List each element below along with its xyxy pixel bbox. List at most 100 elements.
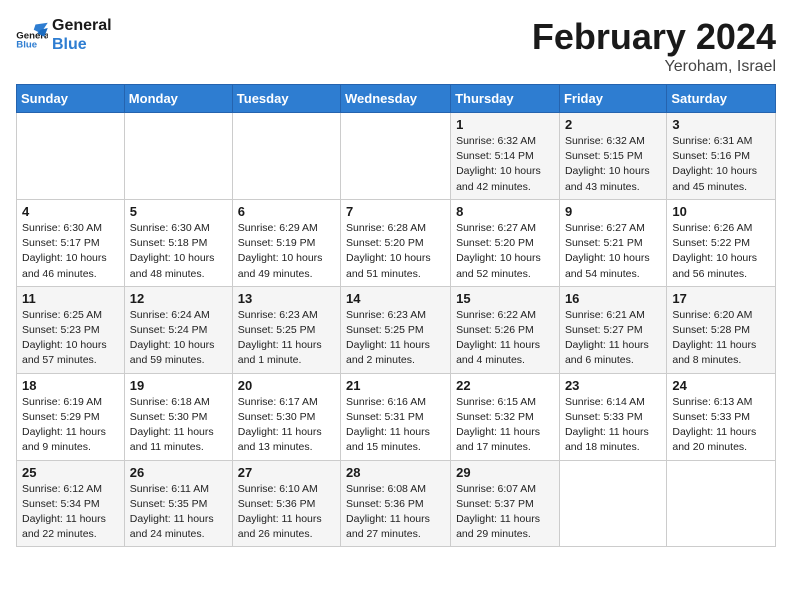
day-info: Sunrise: 6:27 AMSunset: 5:20 PMDaylight:… — [456, 221, 554, 282]
calendar-cell: 28 Sunrise: 6:08 AMSunset: 5:36 PMDayligh… — [341, 460, 451, 547]
calendar-cell — [667, 460, 776, 547]
calendar-cell: 23Sunrise: 6:14 AMSunset: 5:33 PMDayligh… — [559, 373, 666, 460]
weekday-header-wednesday: Wednesday — [341, 85, 451, 113]
calendar-cell: 27 Sunrise: 6:10 AMSunset: 5:36 PMDayligh… — [232, 460, 340, 547]
calendar-cell: 8 Sunrise: 6:27 AMSunset: 5:20 PMDaylight… — [451, 199, 560, 286]
calendar-week-5: 25 Sunrise: 6:12 AMSunset: 5:34 PMDayligh… — [17, 460, 776, 547]
day-number: 15 — [456, 291, 554, 306]
day-info: Sunrise: 6:11 AMSunset: 5:35 PMDaylight:… — [130, 482, 227, 543]
day-info: Sunrise: 6:15 AMSunset: 5:32 PMDaylight:… — [456, 395, 554, 456]
svg-text:Blue: Blue — [16, 39, 37, 49]
day-info: Sunrise: 6:24 AMSunset: 5:24 PMDaylight:… — [130, 308, 227, 369]
day-number: 2 — [565, 117, 661, 132]
day-info: Sunrise: 6:30 AMSunset: 5:17 PMDaylight:… — [22, 221, 119, 282]
day-number: 8 — [456, 204, 554, 219]
calendar-cell — [559, 460, 666, 547]
calendar-cell: 21 Sunrise: 6:16 AMSunset: 5:31 PMDayligh… — [341, 373, 451, 460]
day-number: 28 — [346, 465, 445, 480]
calendar-cell: 13 Sunrise: 6:23 AMSunset: 5:25 PMDayligh… — [232, 286, 340, 373]
day-info: Sunrise: 6:30 AMSunset: 5:18 PMDaylight:… — [130, 221, 227, 282]
day-info: Sunrise: 6:32 AMSunset: 5:15 PMDaylight:… — [565, 134, 661, 195]
calendar-cell: 25 Sunrise: 6:12 AMSunset: 5:34 PMDayligh… — [17, 460, 125, 547]
weekday-header-sunday: Sunday — [17, 85, 125, 113]
calendar-cell: 15 Sunrise: 6:22 AMSunset: 5:26 PMDayligh… — [451, 286, 560, 373]
title-section: February 2024 Yeroham, Israel — [532, 16, 776, 76]
day-number: 10 — [672, 204, 770, 219]
calendar-cell — [232, 113, 340, 200]
day-number: 21 — [346, 378, 445, 393]
day-info: Sunrise: 6:13 AMSunset: 5:33 PMDaylight:… — [672, 395, 770, 456]
calendar-cell: 4 Sunrise: 6:30 AMSunset: 5:17 PMDaylight… — [17, 199, 125, 286]
day-number: 26 — [130, 465, 227, 480]
day-number: 14 — [346, 291, 445, 306]
day-info: Sunrise: 6:25 AMSunset: 5:23 PMDaylight:… — [22, 308, 119, 369]
weekday-header-saturday: Saturday — [667, 85, 776, 113]
calendar-cell: 14 Sunrise: 6:23 AMSunset: 5:25 PMDayligh… — [341, 286, 451, 373]
day-number: 27 — [238, 465, 335, 480]
calendar-cell: 2 Sunrise: 6:32 AMSunset: 5:15 PMDaylight… — [559, 113, 666, 200]
day-number: 29 — [456, 465, 554, 480]
day-info: Sunrise: 6:14 AMSunset: 5:33 PMDaylight:… — [565, 395, 661, 456]
calendar-header-row: SundayMondayTuesdayWednesdayThursdayFrid… — [17, 85, 776, 113]
day-number: 22 — [456, 378, 554, 393]
calendar-week-3: 11 Sunrise: 6:25 AMSunset: 5:23 PMDayligh… — [17, 286, 776, 373]
day-number: 5 — [130, 204, 227, 219]
day-number: 12 — [130, 291, 227, 306]
calendar-cell: 6 Sunrise: 6:29 AMSunset: 5:19 PMDaylight… — [232, 199, 340, 286]
day-number: 1 — [456, 117, 554, 132]
day-info: Sunrise: 6:16 AMSunset: 5:31 PMDaylight:… — [346, 395, 445, 456]
day-number: 20 — [238, 378, 335, 393]
calendar-cell: 10 Sunrise: 6:26 AMSunset: 5:22 PMDayligh… — [667, 199, 776, 286]
day-number: 25 — [22, 465, 119, 480]
logo-icon: General Blue — [16, 21, 48, 49]
weekday-header-thursday: Thursday — [451, 85, 560, 113]
day-info: Sunrise: 6:31 AMSunset: 5:16 PMDaylight:… — [672, 134, 770, 195]
calendar-cell: 7 Sunrise: 6:28 AMSunset: 5:20 PMDaylight… — [341, 199, 451, 286]
calendar-cell: 18 Sunrise: 6:19 AMSunset: 5:29 PMDayligh… — [17, 373, 125, 460]
day-info: Sunrise: 6:12 AMSunset: 5:34 PMDaylight:… — [22, 482, 119, 543]
month-title: February 2024 — [532, 16, 776, 58]
day-number: 16 — [565, 291, 661, 306]
day-number: 7 — [346, 204, 445, 219]
location-subtitle: Yeroham, Israel — [532, 58, 776, 76]
calendar-week-2: 4 Sunrise: 6:30 AMSunset: 5:17 PMDaylight… — [17, 199, 776, 286]
day-info: Sunrise: 6:17 AMSunset: 5:30 PMDaylight:… — [238, 395, 335, 456]
day-info: Sunrise: 6:29 AMSunset: 5:19 PMDaylight:… — [238, 221, 335, 282]
day-number: 11 — [22, 291, 119, 306]
day-number: 4 — [22, 204, 119, 219]
calendar-cell: 22 Sunrise: 6:15 AMSunset: 5:32 PMDayligh… — [451, 373, 560, 460]
calendar-cell — [17, 113, 125, 200]
day-info: Sunrise: 6:28 AMSunset: 5:20 PMDaylight:… — [346, 221, 445, 282]
day-info: Sunrise: 6:21 AMSunset: 5:27 PMDaylight:… — [565, 308, 661, 369]
calendar-cell: 9Sunrise: 6:27 AMSunset: 5:21 PMDaylight… — [559, 199, 666, 286]
day-info: Sunrise: 6:08 AMSunset: 5:36 PMDaylight:… — [346, 482, 445, 543]
day-info: Sunrise: 6:19 AMSunset: 5:29 PMDaylight:… — [22, 395, 119, 456]
calendar-cell — [341, 113, 451, 200]
calendar-table: SundayMondayTuesdayWednesdayThursdayFrid… — [16, 84, 776, 547]
calendar-cell: 3Sunrise: 6:31 AMSunset: 5:16 PMDaylight… — [667, 113, 776, 200]
day-info: Sunrise: 6:23 AMSunset: 5:25 PMDaylight:… — [346, 308, 445, 369]
day-number: 9 — [565, 204, 661, 219]
day-number: 17 — [672, 291, 770, 306]
weekday-header-tuesday: Tuesday — [232, 85, 340, 113]
day-number: 13 — [238, 291, 335, 306]
calendar-week-1: 1Sunrise: 6:32 AMSunset: 5:14 PMDaylight… — [17, 113, 776, 200]
day-info: Sunrise: 6:22 AMSunset: 5:26 PMDaylight:… — [456, 308, 554, 369]
calendar-cell: 5 Sunrise: 6:30 AMSunset: 5:18 PMDaylight… — [124, 199, 232, 286]
weekday-header-friday: Friday — [559, 85, 666, 113]
calendar-cell: 16 Sunrise: 6:21 AMSunset: 5:27 PMDayligh… — [559, 286, 666, 373]
day-number: 6 — [238, 204, 335, 219]
page-header: General Blue General Blue February 2024 … — [16, 16, 776, 76]
day-info: Sunrise: 6:26 AMSunset: 5:22 PMDaylight:… — [672, 221, 770, 282]
calendar-week-4: 18 Sunrise: 6:19 AMSunset: 5:29 PMDayligh… — [17, 373, 776, 460]
day-number: 24 — [672, 378, 770, 393]
calendar-cell: 26 Sunrise: 6:11 AMSunset: 5:35 PMDayligh… — [124, 460, 232, 547]
logo-blue: Blue — [52, 35, 112, 54]
day-info: Sunrise: 6:07 AMSunset: 5:37 PMDaylight:… — [456, 482, 554, 543]
calendar-cell: 19Sunrise: 6:18 AMSunset: 5:30 PMDayligh… — [124, 373, 232, 460]
day-info: Sunrise: 6:10 AMSunset: 5:36 PMDaylight:… — [238, 482, 335, 543]
day-number: 18 — [22, 378, 119, 393]
logo-general: General — [52, 16, 112, 35]
day-info: Sunrise: 6:23 AMSunset: 5:25 PMDaylight:… — [238, 308, 335, 369]
calendar-cell: 29 Sunrise: 6:07 AMSunset: 5:37 PMDayligh… — [451, 460, 560, 547]
